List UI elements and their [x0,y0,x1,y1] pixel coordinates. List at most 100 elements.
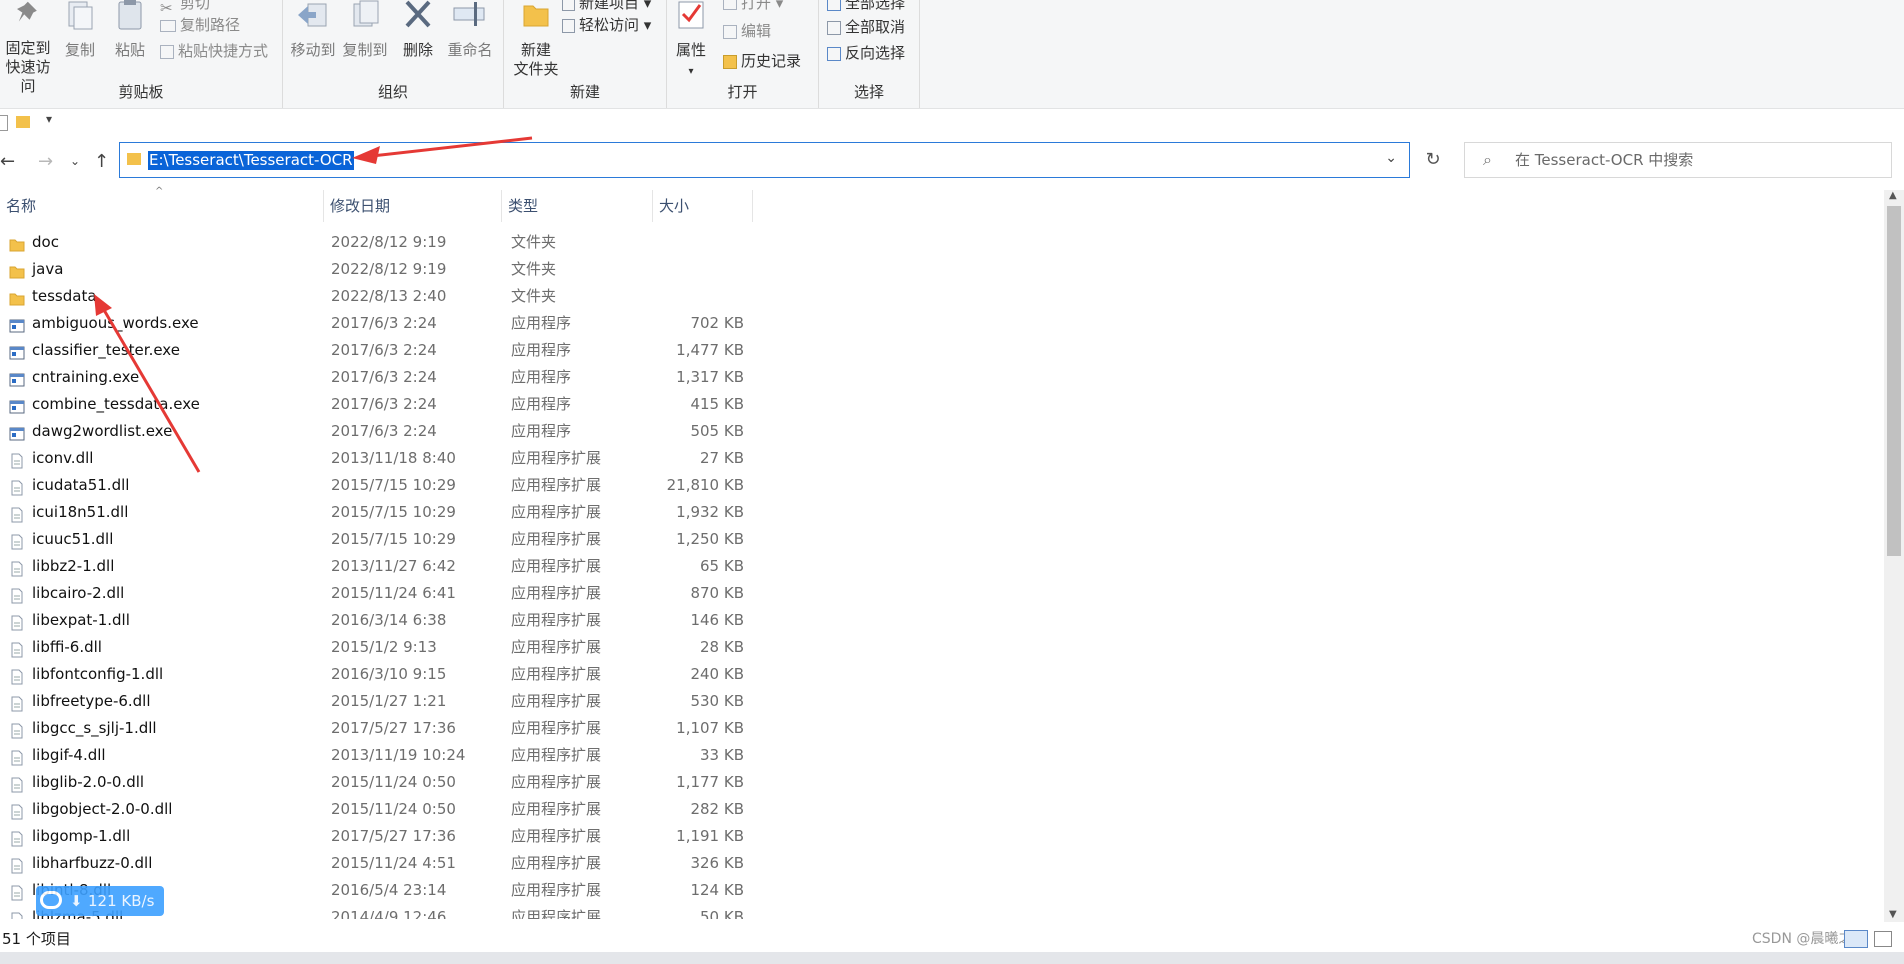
open-group-label: 打开 [727,83,758,101]
invert-selection-icon [827,46,841,61]
file-row[interactable]: libintl-8.dll2016/5/4 23:14应用程序扩展124 KB [0,877,1884,904]
file-row[interactable]: libfreetype-6.dll 2015/1/27 1:21 应用程序扩展 530… [0,688,1884,715]
copy-icon [60,0,100,35]
search-icon: ⌕ [1483,150,1492,169]
easy-access-label: 轻松访问 [579,16,640,34]
column-type[interactable]: 类型 [502,190,653,222]
file-row[interactable]: tessdata 2022/8/13 2:40 文件夹 [0,283,1884,310]
new-folder-label-2: 文件夹 [513,60,559,78]
file-type: 应用程序 [511,368,572,386]
file-row[interactable]: ambiguous_words.exe 2017/6/3 2:24 应用程序 702 … [0,310,1884,337]
new-folder-label-1: 新建 [520,41,551,59]
dll-file-icon [9,802,25,820]
move-to-button[interactable]: 移动到 [289,0,337,60]
properties-small-icon[interactable] [0,115,8,131]
refresh-icon[interactable]: ↻ [1413,142,1453,178]
up-arrow-icon[interactable]: ↑ [94,151,109,172]
ribbon-group-organize: 移动到 复制到 删除 重命名 组织 [283,0,504,108]
file-size: 65 KB [700,557,744,575]
scrollbar-thumb[interactable] [1887,206,1901,556]
search-box[interactable]: ⌕ [1464,142,1892,178]
file-row[interactable]: libharfbuzz-0.dll 2015/11/24 4:51 应用程序扩展 32… [0,850,1884,877]
tiles-view-icon[interactable] [1874,931,1892,947]
details-view-icon[interactable] [1844,930,1868,948]
open-button[interactable]: 打开 ▾ [723,0,783,14]
file-date: 2015/7/15 10:29 [331,476,456,494]
file-row[interactable]: libgif-4.dll 2013/11/19 10:24 应用程序扩展 33 KB [0,742,1884,769]
file-row[interactable]: libglib-2.0-0.dll 2015/11/24 0:50 应用程序扩展 1,… [0,769,1884,796]
file-row[interactable]: libbz2-1.dll 2013/11/27 6:42 应用程序扩展 65 KB [0,553,1884,580]
file-row[interactable]: liblzma-5.dll2014/4/9 12:46应用程序扩展50 KB [0,904,1884,919]
copy-to-label: 复制到 [342,41,388,59]
properties-chevron-icon[interactable]: ▾ [688,66,693,77]
copy-to-button[interactable]: 复制到 [341,0,389,60]
dll-file-icon [9,748,25,766]
paste-shortcut-button[interactable]: 粘贴快捷方式 [160,40,268,62]
new-folder-button[interactable]: 新建 文件夹 [508,0,564,79]
file-name: doc [32,233,59,251]
file-size: 1,317 KB [676,368,744,386]
file-type: 应用程序扩展 [511,638,602,656]
file-size: 50 KB [700,908,744,919]
file-row[interactable]: combine_tessdata.exe 2017/6/3 2:24 应用程序 415… [0,391,1884,418]
history-button[interactable]: 历史记录 [723,50,801,72]
back-arrow-icon[interactable]: ← [0,151,15,172]
select-all-button[interactable]: 全部选择 [827,0,905,14]
select-none-button[interactable]: 全部取消 [827,16,905,38]
invert-selection-button[interactable]: 反向选择 [827,42,905,64]
forward-arrow-icon[interactable]: → [38,151,53,172]
file-name: tessdata [32,287,97,305]
file-row[interactable]: classifier_tester.exe 2017/6/3 2:24 应用程序 1,… [0,337,1884,364]
download-speed-widget[interactable]: ⬇ 121 KB/s [36,886,164,916]
file-row[interactable]: cntraining.exe 2017/6/3 2:24 应用程序 1,317 KB [0,364,1884,391]
rename-button[interactable]: 重命名 [445,0,495,60]
copy-button[interactable]: 复制 [60,0,100,60]
vertical-scrollbar[interactable]: ▲ ▼ [1884,190,1904,922]
column-date[interactable]: 修改日期 [324,190,502,222]
application-icon [9,397,25,414]
folder-small-icon[interactable] [16,116,30,128]
scroll-down-icon[interactable]: ▼ [1889,909,1897,920]
address-path-text[interactable]: E:\Tesseract\Tesseract-OCR [148,151,354,170]
select-none-label: 全部取消 [845,18,906,36]
easy-access-button[interactable]: 轻松访问 ▾ [562,14,651,36]
delete-button[interactable]: 删除 [397,0,439,60]
file-row[interactable]: icui18n51.dll 2015/7/15 10:29 应用程序扩展 1,932 … [0,499,1884,526]
new-item-button[interactable]: 新建项目 ▾ [562,0,651,14]
address-dropdown-icon[interactable]: ⌄ [1385,150,1397,166]
file-row[interactable]: libgobject-2.0-0.dll 2015/11/24 0:50 应用程序扩… [0,796,1884,823]
file-row[interactable]: java 2022/8/12 9:19 文件夹 [0,256,1884,283]
address-bar[interactable]: E:\Tesseract\Tesseract-OCR ⌄ [119,142,1410,178]
file-size: 1,107 KB [676,719,744,737]
paste-button[interactable]: 粘贴 [110,0,150,60]
file-size: 415 KB [690,395,744,413]
file-row[interactable]: libcairo-2.dll 2015/11/24 6:41 应用程序扩展 870 K… [0,580,1884,607]
properties-button[interactable]: 属性 ▾ [671,0,711,81]
file-row[interactable]: icudata51.dll 2015/7/15 10:29 应用程序扩展 21,810… [0,472,1884,499]
file-row[interactable]: libexpat-1.dll 2016/3/14 6:38 应用程序扩展 146 KB [0,607,1884,634]
file-row[interactable]: doc 2022/8/12 9:19 文件夹 [0,229,1884,256]
copy-to-icon [341,0,389,35]
file-row[interactable]: dawg2wordlist.exe 2017/6/3 2:24 应用程序 505 KB [0,418,1884,445]
file-name: cntraining.exe [32,368,140,386]
file-date: 2017/6/3 2:24 [331,368,437,386]
recent-dropdown-icon[interactable]: ⌄ [70,154,80,168]
file-name: combine_tessdata.exe [32,395,200,413]
file-type: 应用程序扩展 [511,557,602,575]
column-size[interactable]: 大小 [653,190,753,222]
edit-button[interactable]: 编辑 [723,20,771,42]
file-row[interactable]: iconv.dll 2013/11/18 8:40 应用程序扩展 27 KB [0,445,1884,472]
file-row[interactable]: libffi-6.dll 2015/1/2 9:13 应用程序扩展 28 KB [0,634,1884,661]
file-name: libgomp-1.dll [32,827,131,845]
scroll-up-icon[interactable]: ▲ [1889,190,1897,201]
select-all-icon [827,0,841,11]
cut-button[interactable]: ✂ 剪切 [160,0,210,17]
copy-path-button[interactable]: 复制路径 [160,14,240,36]
customize-dropdown-icon[interactable]: ▾ [46,112,52,126]
file-row[interactable]: libfontconfig-1.dll 2016/3/10 9:15 应用程序扩展 2… [0,661,1884,688]
file-row[interactable]: icuuc51.dll 2015/7/15 10:29 应用程序扩展 1,250 KB [0,526,1884,553]
file-row[interactable]: libgcc_s_sjlj-1.dll 2017/5/27 17:36 应用程序扩展… [0,715,1884,742]
file-row[interactable]: libgomp-1.dll 2017/5/27 17:36 应用程序扩展 1,191 … [0,823,1884,850]
search-input[interactable] [1513,150,1877,170]
folder-icon [9,289,25,306]
